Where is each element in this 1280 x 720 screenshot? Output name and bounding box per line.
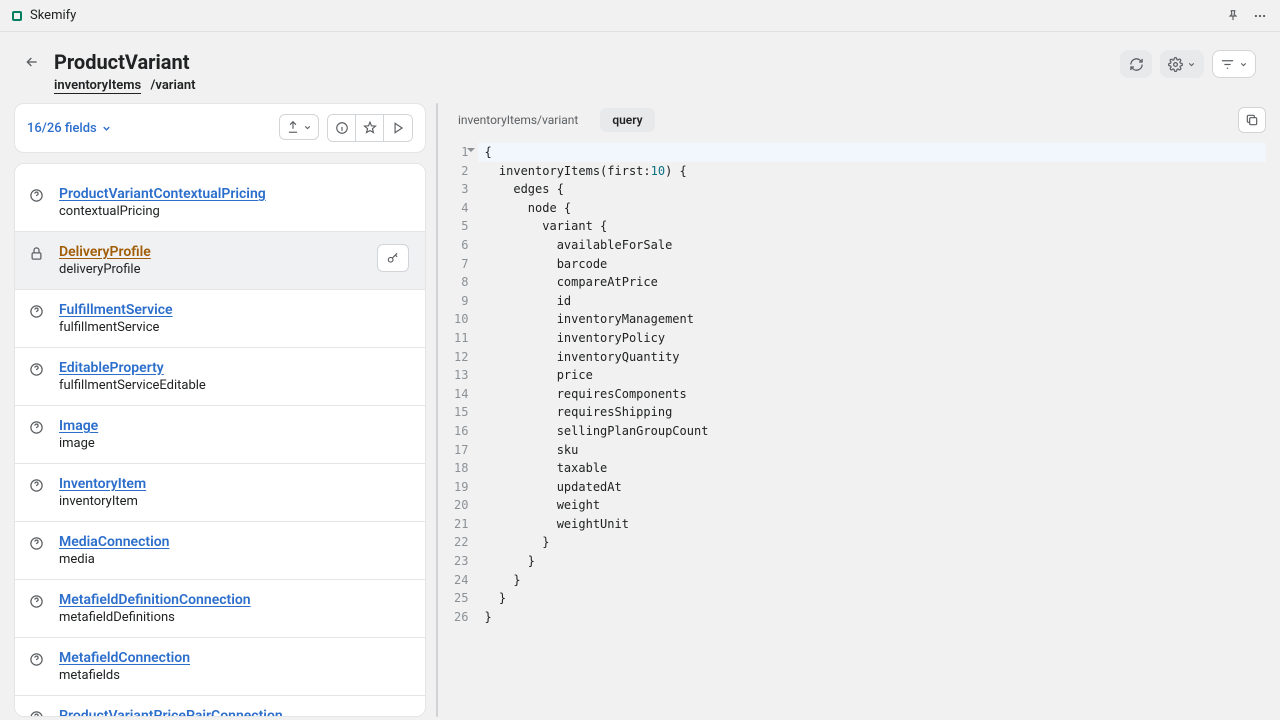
editor-panel: inventoryItems/variant query 12345678910… bbox=[448, 103, 1280, 717]
run-button[interactable] bbox=[384, 115, 412, 141]
breadcrumb-link[interactable]: inventoryItems bbox=[54, 78, 141, 94]
field-type-link[interactable]: InventoryItem bbox=[59, 476, 409, 492]
field-name: metafields bbox=[59, 668, 409, 683]
app-name: Skemify bbox=[30, 8, 76, 23]
help-icon bbox=[29, 418, 45, 435]
breadcrumb: inventoryItems /variant bbox=[54, 78, 195, 93]
info-button[interactable] bbox=[328, 115, 356, 141]
tab-query[interactable]: query bbox=[600, 108, 654, 132]
field-type-link[interactable]: ProductVariantContextualPricing bbox=[59, 186, 409, 202]
back-button[interactable] bbox=[24, 50, 40, 70]
help-icon bbox=[29, 302, 45, 319]
field-item[interactable]: DeliveryProfile deliveryProfile bbox=[15, 232, 425, 290]
settings-button[interactable] bbox=[1160, 50, 1204, 78]
field-list: ProductVariantContextualPricing contextua… bbox=[14, 163, 426, 717]
field-count-toggle[interactable]: 16/26 fields bbox=[27, 121, 112, 136]
more-icon[interactable] bbox=[1252, 9, 1268, 23]
tab-path[interactable]: inventoryItems/variant bbox=[454, 108, 590, 132]
star-button[interactable] bbox=[356, 115, 384, 141]
field-item[interactable]: InventoryItem inventoryItem bbox=[15, 464, 425, 522]
page-header: ProductVariant inventoryItems /variant bbox=[0, 32, 1280, 103]
field-type-link[interactable]: DeliveryProfile bbox=[59, 244, 363, 260]
filter-button[interactable] bbox=[1212, 50, 1256, 78]
field-name: metafieldDefinitions bbox=[59, 610, 409, 625]
help-icon bbox=[29, 650, 45, 667]
vertical-divider[interactable] bbox=[436, 103, 438, 717]
copy-button[interactable] bbox=[1238, 107, 1266, 133]
field-type-link[interactable]: ProductVariantPricePairConnection bbox=[59, 708, 409, 717]
export-button[interactable] bbox=[279, 114, 319, 140]
field-type-link[interactable]: MediaConnection bbox=[59, 534, 409, 550]
field-item[interactable]: Image image bbox=[15, 406, 425, 464]
help-icon bbox=[29, 708, 45, 717]
lock-icon bbox=[29, 244, 45, 261]
field-item[interactable]: MediaConnection media bbox=[15, 522, 425, 580]
field-item[interactable]: EditableProperty fulfillmentServiceEditab… bbox=[15, 348, 425, 406]
refresh-button[interactable] bbox=[1120, 50, 1152, 78]
field-item[interactable]: MetafieldDefinitionConnection metafieldDe… bbox=[15, 580, 425, 638]
field-type-link[interactable]: MetafieldConnection bbox=[59, 650, 409, 666]
help-icon bbox=[29, 534, 45, 551]
help-icon bbox=[29, 360, 45, 377]
field-name: deliveryProfile bbox=[59, 262, 363, 277]
sidebar: 16/26 fields bbox=[14, 103, 426, 717]
help-icon bbox=[29, 592, 45, 609]
field-name: inventoryItem bbox=[59, 494, 409, 509]
help-icon bbox=[29, 186, 45, 203]
field-type-link[interactable]: FulfillmentService bbox=[59, 302, 409, 318]
help-icon bbox=[29, 476, 45, 493]
breadcrumb-current: /variant bbox=[150, 78, 195, 93]
field-type-link[interactable]: EditableProperty bbox=[59, 360, 409, 376]
field-item[interactable]: ProductVariantPricePairConnectionpresent… bbox=[15, 696, 425, 717]
code-editor[interactable]: 1234567891011121314151617181920212223242… bbox=[448, 143, 1266, 717]
field-name: contextualPricing bbox=[59, 204, 409, 219]
titlebar: Skemify bbox=[0, 0, 1280, 32]
field-type-link[interactable]: MetafieldDefinitionConnection bbox=[59, 592, 409, 608]
field-item[interactable]: FulfillmentService fulfillmentService bbox=[15, 290, 425, 348]
field-name: fulfillmentService bbox=[59, 320, 409, 335]
field-name: fulfillmentServiceEditable bbox=[59, 378, 409, 393]
field-item[interactable]: MetafieldConnection metafields bbox=[15, 638, 425, 696]
app-icon bbox=[12, 11, 22, 21]
key-button[interactable] bbox=[377, 244, 409, 272]
field-type-link[interactable]: Image bbox=[59, 418, 409, 434]
pin-icon[interactable] bbox=[1226, 9, 1240, 23]
field-name: media bbox=[59, 552, 409, 567]
field-item[interactable]: ProductVariantContextualPricing contextua… bbox=[15, 174, 425, 232]
page-title: ProductVariant bbox=[54, 50, 195, 74]
field-name: image bbox=[59, 436, 409, 451]
